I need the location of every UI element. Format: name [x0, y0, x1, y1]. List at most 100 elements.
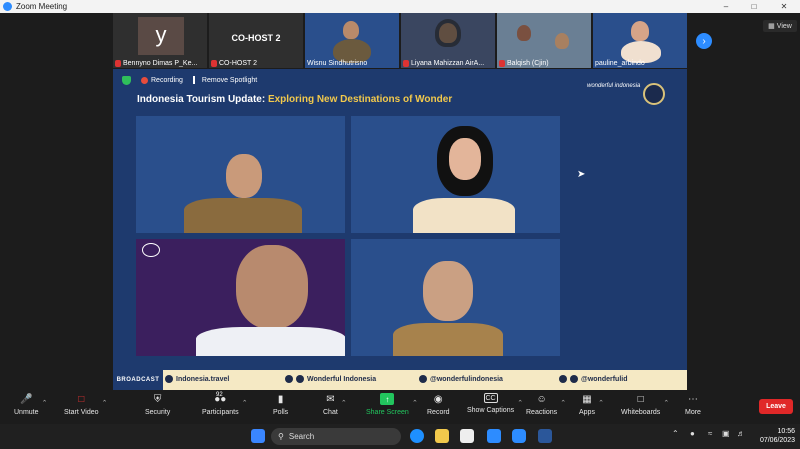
remove-spotlight-button[interactable]: Remove Spotlight — [192, 76, 257, 84]
whiteboards-button[interactable]: □ Whiteboards ⌃ — [621, 393, 669, 417]
airplane-icon: ➤ — [577, 169, 586, 180]
maximize-button[interactable]: □ — [740, 0, 768, 13]
title-bar: Zoom Meeting – □ ✕ — [0, 0, 800, 13]
speaker-video-tile[interactable] — [136, 116, 345, 233]
instagram-text: @wonderfulindonesia — [430, 375, 503, 383]
facebook-icon — [296, 375, 304, 383]
wifi-icon[interactable]: ≈ — [708, 429, 712, 438]
show-captions-button[interactable]: CC Show Captions ⌃ — [467, 393, 523, 414]
reactions-button[interactable]: ☺ Reactions ⌃ — [526, 393, 566, 417]
clock-date: 07/06/2023 — [759, 437, 795, 444]
chevron-up-icon[interactable]: ⌃ — [663, 399, 669, 407]
speaker-video-tile[interactable] — [351, 116, 560, 233]
participant-name: Balqish (Cjin) — [507, 60, 549, 67]
chat-button[interactable]: ✉ Chat ⌃ — [323, 393, 347, 417]
chevron-up-icon[interactable]: ⌃ — [102, 399, 108, 407]
speaker-video-tile[interactable] — [136, 239, 345, 356]
leave-button[interactable]: Leave — [759, 399, 793, 414]
camera-icon[interactable]: ▣ — [722, 429, 730, 438]
participant-thumb[interactable]: y Bennyno Dimas P_Ke... — [113, 13, 207, 68]
wonderful-indonesia-logo: wonderful indonesia — [587, 83, 641, 89]
participant-video — [517, 25, 531, 41]
whiteboard-icon: □ — [637, 393, 644, 405]
zoom-meeting-window: Zoom Meeting – □ ✕ y Bennyno Dimas P_Ke.… — [0, 0, 800, 449]
start-video-button[interactable]: □ Start Video ⌃ — [64, 393, 108, 417]
participant-tile-label: CO-HOST 2 — [231, 33, 281, 43]
close-button[interactable]: ✕ — [770, 0, 798, 13]
record-button[interactable]: ◉ Record — [427, 393, 450, 417]
participant-name: CO-HOST 2 — [219, 60, 257, 67]
participant-thumb[interactable]: CO-HOST 2 CO-HOST 2 — [209, 13, 303, 68]
video-off-icon: □ — [78, 393, 85, 405]
security-button[interactable]: ⛨ Security — [145, 393, 170, 417]
captions-icon: CC — [483, 393, 498, 403]
participant-thumb[interactable]: Wisnu Sindhutrisno — [305, 13, 399, 68]
view-button[interactable]: ▦ View — [763, 20, 797, 32]
record-icon: ◉ — [433, 393, 443, 405]
chevron-up-icon[interactable]: ⌃ — [42, 399, 48, 407]
view-label: View — [776, 22, 792, 30]
participants-button[interactable]: ●● 92 Participants ⌃ — [202, 392, 248, 416]
microphone-icon[interactable]: ● — [690, 429, 695, 438]
minimize-button[interactable]: – — [712, 0, 740, 13]
chevron-up-icon[interactable]: ⌃ — [341, 399, 347, 407]
polls-button[interactable]: ▮ Polls — [273, 393, 288, 417]
chevron-up-icon[interactable]: ⌃ — [672, 429, 679, 438]
broadcast-label: BROADCAST — [113, 370, 163, 390]
mail-icon[interactable] — [487, 429, 501, 443]
share-screen-button[interactable]: ↑ Share Screen ⌃ — [366, 393, 418, 416]
zoom-taskbar-icon[interactable] — [512, 429, 526, 443]
apps-icon: ▦ — [582, 393, 592, 405]
grid-icon: ▦ — [768, 23, 775, 30]
search-icon: ⚲ — [278, 432, 284, 441]
store-icon[interactable] — [460, 429, 474, 443]
chevron-up-icon[interactable]: ⌃ — [560, 399, 566, 407]
next-page-button[interactable]: › — [696, 33, 712, 49]
more-icon: ⋯ — [687, 393, 698, 405]
chevron-up-icon[interactable]: ⌃ — [242, 399, 248, 407]
shield-icon: ⛨ — [153, 393, 162, 405]
page-title: Indonesia Tourism Update: Exploring New … — [137, 94, 453, 105]
avatar: y — [138, 17, 184, 55]
unmute-button[interactable]: 🎤 Unmute ⌃ — [14, 393, 48, 417]
mic-muted-icon — [115, 60, 121, 67]
website-text: Indonesia.travel — [176, 375, 230, 383]
participant-video — [631, 21, 649, 41]
clock-time: 10:56 — [777, 428, 795, 435]
system-clock[interactable]: 10:56 07/06/2023 — [755, 427, 795, 445]
word-icon[interactable] — [538, 429, 552, 443]
facebook-text: Wonderful Indonesia — [307, 375, 377, 383]
edge-icon[interactable] — [410, 429, 424, 443]
ministry-emblem — [643, 83, 665, 105]
participant-thumb[interactable]: Balqish (Cjin) — [497, 13, 591, 68]
shield-icon[interactable] — [122, 75, 131, 85]
participant-name: Liyana Mahizzan AirA... — [411, 60, 485, 67]
participants-count: 92 — [216, 392, 223, 398]
file-explorer-icon[interactable] — [435, 429, 449, 443]
participant-video — [343, 21, 359, 39]
speaker-video-tile[interactable] — [351, 239, 560, 356]
participant-thumb[interactable]: Liyana Mahizzan AirA... — [401, 13, 495, 68]
taskbar-search[interactable]: ⚲ Search — [271, 428, 401, 445]
twitter-tiktok-text: @wonderfulid — [581, 375, 628, 383]
youtube-icon — [285, 375, 293, 383]
globe-icon — [165, 375, 173, 383]
people-icon: ●● 92 — [214, 392, 227, 405]
participant-name: Bennyno Dimas P_Ke... — [123, 60, 198, 67]
chevron-up-icon[interactable]: ⌃ — [517, 399, 523, 407]
mic-muted-icon: 🎤 — [20, 393, 33, 405]
chevron-up-icon[interactable]: ⌃ — [598, 399, 604, 407]
more-button[interactable]: ⋯ More — [685, 393, 701, 417]
twitter-icon — [559, 375, 567, 383]
recording-indicator[interactable]: Recording — [141, 76, 183, 84]
pin-icon — [192, 76, 199, 84]
mic-muted-icon — [403, 60, 409, 67]
volume-icon[interactable]: ♬ — [737, 429, 745, 438]
search-placeholder: Search — [288, 432, 315, 441]
broadcast-footer: BROADCAST Indonesia.travel Wonderful Ind… — [113, 370, 687, 390]
windows-taskbar: ⚲ Search ⌃ ● ≈ ▣ ♬ 10:56 07/06/2023 — [0, 424, 800, 449]
apps-button[interactable]: ▦ Apps ⌃ — [579, 393, 604, 417]
chevron-up-icon[interactable]: ⌃ — [412, 399, 418, 407]
participant-thumb[interactable]: pauline_arbindo — [593, 13, 687, 68]
windows-start-icon[interactable] — [251, 429, 265, 443]
